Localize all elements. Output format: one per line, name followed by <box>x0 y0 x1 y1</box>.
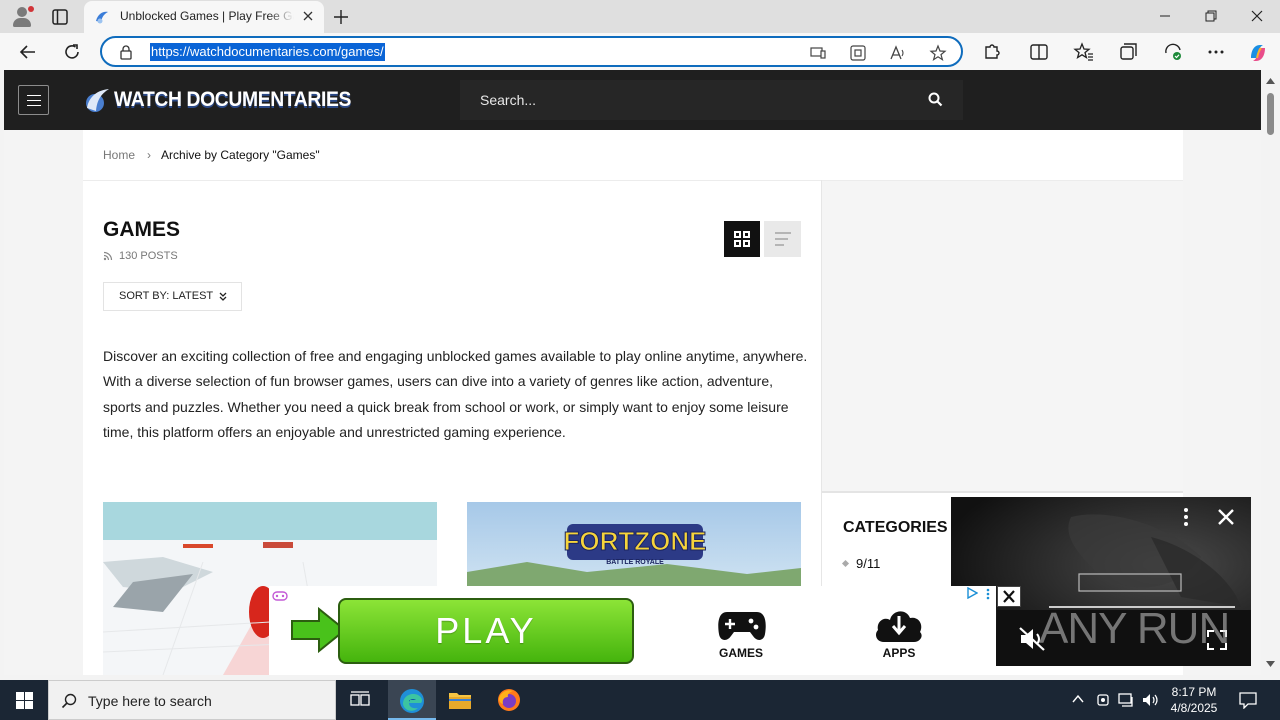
firefox-icon[interactable] <box>497 688 521 712</box>
taskbar-search-placeholder: Type here to search <box>88 693 212 709</box>
site-favicon-icon <box>94 9 110 29</box>
grid-view-button[interactable] <box>724 221 760 257</box>
ad-options-icon[interactable] <box>986 588 990 600</box>
search-placeholder: Search... <box>480 92 537 108</box>
device-tray-icon[interactable] <box>1096 692 1110 708</box>
fortzone-logo-subtitle: BATTLE ROYALE <box>606 559 664 566</box>
browser-tab-active[interactable]: Unblocked Games | Play Free Games <box>84 1 324 33</box>
games-link[interactable]: GAMES <box>709 646 773 660</box>
play-button[interactable]: PLAY <box>338 598 634 664</box>
play-button-label: PLAY <box>435 610 537 651</box>
page-title: GAMES <box>103 218 181 241</box>
browser-tab-bar: Unblocked Games | Play Free Games <box>0 0 1280 33</box>
close-window-button[interactable] <box>1246 6 1268 26</box>
close-tab-icon[interactable] <box>300 8 316 24</box>
volume-icon[interactable] <box>1142 692 1160 708</box>
breadcrumb-home-link[interactable]: Home <box>103 148 135 162</box>
close-video-icon[interactable] <box>1217 508 1235 526</box>
scrollbar-thumb[interactable] <box>1267 93 1274 135</box>
extensions-icon[interactable] <box>980 41 1002 63</box>
task-view-icon[interactable] <box>350 691 370 709</box>
site-logo[interactable]: WATCH DOCUMENTARIES <box>84 84 372 116</box>
logo-globe-icon <box>86 89 109 112</box>
search-icon[interactable] <box>928 92 943 111</box>
lock-icon[interactable] <box>118 44 134 64</box>
windows-start-icon[interactable] <box>16 692 33 709</box>
favorite-star-icon[interactable] <box>929 44 947 62</box>
categories-heading: CATEGORIES <box>843 519 948 536</box>
post-count: 130 POSTS <box>103 250 178 262</box>
new-tab-button[interactable] <box>330 6 352 28</box>
page-scrollbar[interactable] <box>1261 70 1280 675</box>
category-item[interactable]: 9/11 <box>841 556 881 571</box>
url-text[interactable]: https://watchdocumentaries.com/games/ <box>150 43 385 61</box>
system-clock[interactable]: 8:17 PM 4/8/2025 <box>1170 684 1218 716</box>
apps-link[interactable]: APPS <box>867 646 931 660</box>
gamepad-icon <box>718 612 766 640</box>
edge-icon <box>400 689 424 713</box>
sort-label: SORT BY: LATEST <box>119 290 214 302</box>
list-icon <box>775 232 791 246</box>
windows-taskbar: Type here to search 8:17 PM 4/8/2025 <box>0 680 1280 720</box>
close-icon <box>1003 590 1015 603</box>
site-header: WATCH DOCUMENTARIES Search... <box>4 70 1261 130</box>
divider <box>822 491 1183 493</box>
restore-button[interactable] <box>1200 6 1222 26</box>
ad-badge-icon <box>272 591 288 601</box>
scroll-down-arrow-icon[interactable] <box>1266 661 1275 667</box>
site-search-input[interactable]: Search... <box>460 80 963 120</box>
search-icon <box>61 693 77 709</box>
sidebar-ad-slot <box>822 181 1183 492</box>
category-item-label: 9/11 <box>856 556 881 571</box>
cloud-download-icon <box>876 611 922 642</box>
collections-icon[interactable] <box>1117 41 1139 63</box>
taskbar-edge-button[interactable] <box>388 680 436 720</box>
device-icon[interactable] <box>809 44 827 62</box>
tab-title: Unblocked Games | Play Free Games <box>120 9 294 23</box>
split-screen-icon[interactable] <box>1028 41 1050 63</box>
file-explorer-icon[interactable] <box>448 690 472 710</box>
notifications-icon[interactable] <box>1239 691 1257 709</box>
hamburger-menu-button[interactable] <box>18 85 49 115</box>
scroll-up-arrow-icon[interactable] <box>1266 78 1275 84</box>
address-bar[interactable]: https://watchdocumentaries.com/games/ <box>100 36 963 67</box>
network-icon[interactable] <box>1118 692 1136 708</box>
favorites-icon[interactable] <box>1073 41 1095 63</box>
tab-actions-icon[interactable] <box>50 7 70 27</box>
anyrun-watermark: ANY RUN <box>1039 604 1230 653</box>
post-count-label: 130 POSTS <box>119 250 178 262</box>
clock-date: 4/8/2025 <box>1170 701 1218 715</box>
clock-time: 8:17 PM <box>1171 685 1217 699</box>
read-aloud-icon[interactable] <box>889 44 907 62</box>
rss-icon[interactable] <box>103 251 113 261</box>
adchoices-icon[interactable] <box>966 587 978 599</box>
chevron-up-icon[interactable] <box>1072 695 1084 703</box>
app-available-icon[interactable] <box>849 44 867 62</box>
video-options-icon[interactable] <box>1183 507 1189 527</box>
bottom-ad-banner[interactable]: PLAY GAMES APPS <box>269 586 996 675</box>
notification-dot <box>28 6 34 12</box>
close-ad-button[interactable] <box>997 586 1021 607</box>
minimize-button[interactable] <box>1154 6 1176 26</box>
more-options-icon[interactable] <box>1205 41 1227 63</box>
category-description: Discover an exciting collection of free … <box>103 348 808 440</box>
chevron-down-icon <box>219 292 227 301</box>
fortzone-logo-text: FORTZONE <box>564 526 707 556</box>
logo-text: WATCH DOCUMENTARIES <box>114 88 352 111</box>
list-view-button[interactable] <box>764 221 801 257</box>
profile-avatar[interactable] <box>11 6 34 28</box>
breadcrumb-separator: › <box>147 148 152 162</box>
taskbar-search-box[interactable]: Type here to search <box>48 680 336 720</box>
browser-toolbar: https://watchdocumentaries.com/games/ <box>0 33 1280 70</box>
refresh-icon[interactable] <box>61 41 83 63</box>
bullet-icon <box>841 559 850 568</box>
browser-essentials-icon[interactable] <box>1162 41 1184 63</box>
grid-icon <box>734 231 750 247</box>
breadcrumb-current: Archive by Category "Games" <box>161 148 320 162</box>
breadcrumb: Home › Archive by Category "Games" <box>103 148 320 162</box>
copilot-icon[interactable] <box>1246 41 1268 63</box>
sort-dropdown[interactable]: SORT BY: LATEST <box>103 282 242 311</box>
back-arrow-icon[interactable] <box>17 41 39 63</box>
